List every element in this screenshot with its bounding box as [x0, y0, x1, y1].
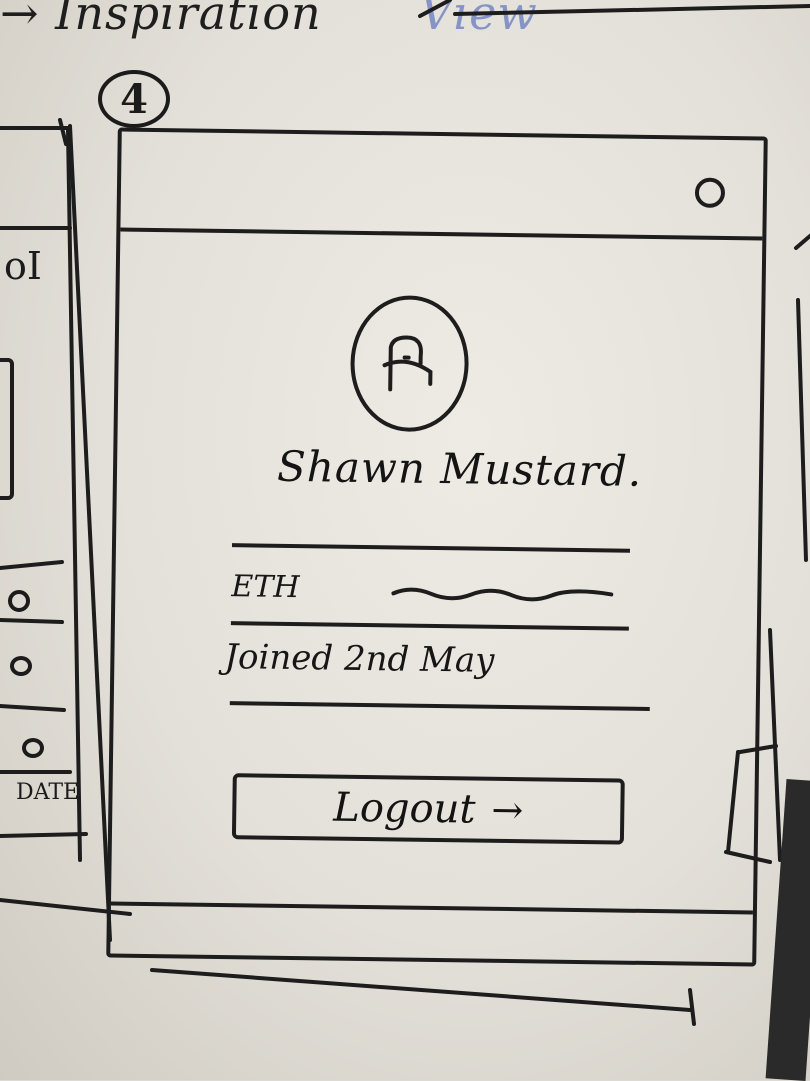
user-avatar-icon [349, 294, 470, 433]
left-frame-label: oI [4, 244, 42, 288]
user-name: Shawn Mustard. [276, 441, 643, 496]
left-radio-1 [8, 590, 30, 612]
footer-bar [110, 901, 753, 915]
divider-1 [231, 543, 630, 553]
settings-circle-icon[interactable] [694, 177, 726, 208]
logout-label: Logout [333, 784, 476, 833]
left-radio-3 [22, 738, 44, 758]
wallet-label: ETH [231, 569, 300, 606]
step-badge: 4 [98, 70, 170, 128]
left-radio-2 [10, 656, 32, 676]
wallet-value-squiggle [391, 587, 614, 602]
divider-2 [230, 621, 629, 631]
logout-arrow-icon: → [491, 787, 524, 833]
divider-3 [229, 701, 650, 711]
whiteboard: → Inspiration View oI DATE 4 Shawn Musta… [0, 0, 810, 1081]
profile-screen: Shawn Mustard. ETH Joined 2nd May Logout… [106, 127, 768, 967]
header-bar [120, 131, 764, 241]
left-frame-date-label: DATE [16, 780, 80, 805]
joined-date: Joined 2nd May [224, 637, 495, 681]
logout-button[interactable]: Logout → [231, 773, 625, 845]
